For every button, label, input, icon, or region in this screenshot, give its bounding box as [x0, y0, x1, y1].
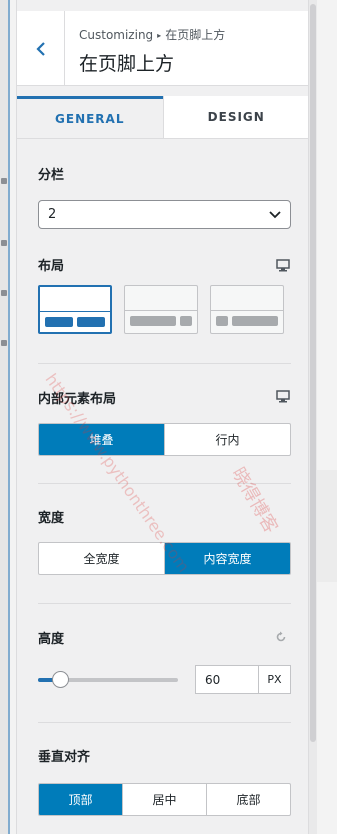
scrollbar-thumb[interactable]	[310, 4, 316, 742]
height-input[interactable]: 60	[195, 665, 258, 694]
watermark-text: 晓得博客	[227, 464, 282, 537]
height-unit-button[interactable]: PX	[258, 665, 291, 694]
vertical-align-toggle: 顶部 居中 底部	[38, 783, 291, 816]
columns-select[interactable]: 2	[38, 200, 291, 229]
section-divider	[38, 483, 291, 484]
layout-option-right-wide[interactable]	[210, 285, 284, 334]
breadcrumb: Customizing ▸ 在页脚上方	[79, 26, 225, 43]
height-slider[interactable]	[38, 671, 178, 688]
desktop-device-icon[interactable]	[276, 390, 290, 403]
breadcrumb-current: 在页脚上方	[165, 28, 226, 42]
vertical-align-middle-button[interactable]: 居中	[122, 784, 206, 815]
columns-label: 分栏	[38, 168, 65, 183]
layout-option-left-wide[interactable]	[124, 285, 198, 334]
desktop-device-icon[interactable]	[276, 259, 290, 272]
width-toggle: 全宽度 内容宽度	[38, 542, 291, 575]
breadcrumb-separator-icon: ▸	[157, 31, 162, 40]
customizer-panel: Customizing ▸ 在页脚上方 在页脚上方 GENERAL DESIGN 分…	[16, 0, 309, 834]
breadcrumb-root: Customizing	[79, 28, 154, 42]
inner-layout-label: 内部元素布局	[38, 392, 117, 407]
chevron-left-icon	[35, 41, 45, 56]
height-slider-handle[interactable]	[52, 671, 70, 688]
section-divider	[38, 722, 291, 723]
reset-icon[interactable]	[275, 631, 287, 643]
columns-select-value: 2	[48, 207, 57, 222]
back-button[interactable]	[17, 11, 65, 86]
layout-label: 布局	[38, 259, 65, 274]
chevron-down-icon	[269, 211, 281, 219]
layout-option-equal[interactable]	[38, 285, 112, 334]
tab-design[interactable]: DESIGN	[162, 96, 308, 138]
tab-general[interactable]: GENERAL	[17, 96, 163, 138]
section-divider	[38, 603, 291, 604]
inner-layout-inline-button[interactable]: 行内	[164, 424, 290, 455]
tab-bar: GENERAL DESIGN	[17, 96, 308, 139]
inner-layout-toggle: 堆叠 行内	[38, 423, 291, 456]
width-label: 宽度	[38, 511, 65, 526]
height-label: 高度	[38, 632, 65, 647]
width-content-button[interactable]: 内容宽度	[164, 543, 290, 574]
page-title: 在页脚上方	[79, 53, 175, 75]
inner-layout-stack-button[interactable]: 堆叠	[39, 424, 164, 455]
vertical-align-bottom-button[interactable]: 底部	[206, 784, 290, 815]
vertical-align-label: 垂直对齐	[38, 750, 91, 765]
width-full-button[interactable]: 全宽度	[39, 543, 164, 574]
section-header: Customizing ▸ 在页脚上方 在页脚上方	[17, 11, 308, 86]
vertical-align-top-button[interactable]: 顶部	[39, 784, 122, 815]
section-divider	[38, 363, 291, 364]
preview-edge-strip	[0, 0, 10, 834]
